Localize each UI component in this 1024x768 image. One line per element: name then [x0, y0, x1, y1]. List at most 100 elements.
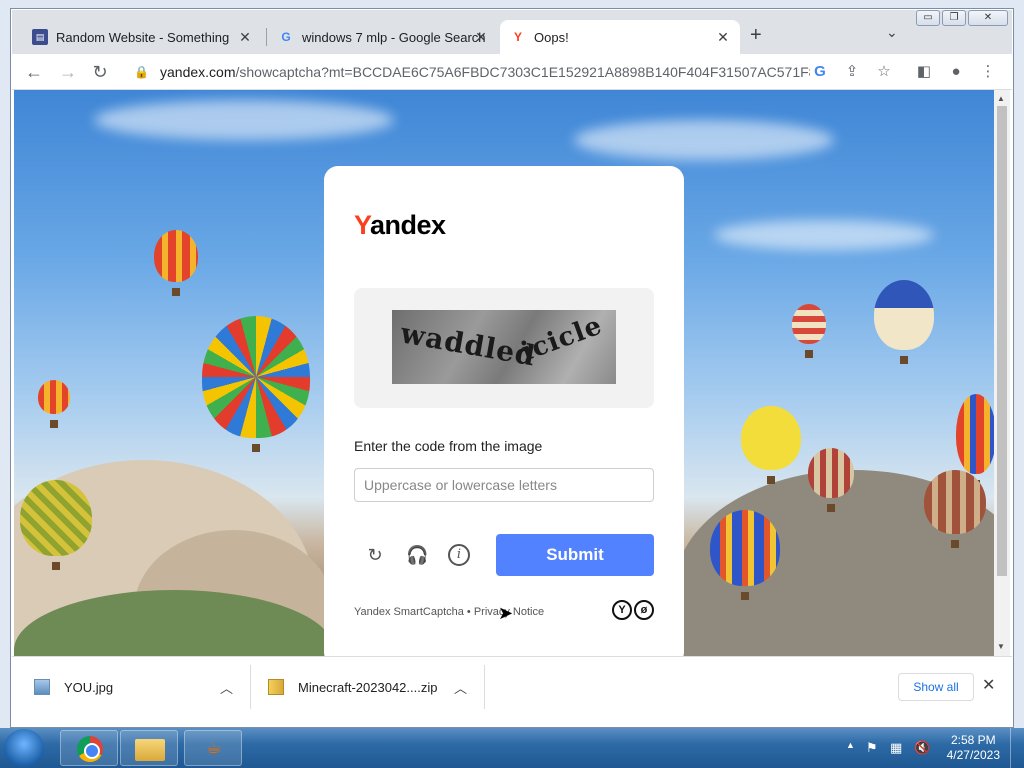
profile-avatar-icon[interactable]: ● — [944, 60, 968, 84]
show-desktop-button[interactable] — [1010, 728, 1024, 768]
forward-arrow-icon[interactable]: → — [56, 60, 80, 84]
clock-date: 4/27/2023 — [946, 748, 1000, 762]
kebab-menu-icon[interactable]: ⋮ — [976, 60, 1000, 84]
taskbar-explorer[interactable] — [120, 730, 178, 766]
reload-icon[interactable]: ↻ — [88, 60, 112, 84]
scroll-up-icon[interactable]: ▲ — [997, 94, 1005, 103]
yandex-logo: Yandex — [354, 210, 446, 241]
download-item[interactable]: Minecraft-2023042....zip ︿ — [268, 657, 478, 717]
tab-title: windows 7 mlp - Google Search — [302, 29, 486, 45]
system-clock[interactable]: 2:58 PM 4/27/2023 — [947, 733, 1000, 763]
captcha-image-container: waddled icicle — [354, 288, 654, 408]
google-lens-icon[interactable]: G — [808, 60, 832, 84]
chevron-up-icon[interactable]: ︿ — [220, 678, 233, 697]
scrollbar-thumb[interactable] — [997, 106, 1007, 576]
logo-letter-y: Y — [354, 210, 371, 240]
logo-wordmark: andex — [370, 210, 446, 240]
tab-strip: ▤ Random Website - Something ✕ G windows… — [12, 10, 1012, 54]
hot-air-balloon — [20, 480, 92, 570]
hot-air-balloon — [710, 510, 780, 600]
hot-air-balloon — [154, 230, 198, 296]
maximize-icon[interactable]: ❐ — [942, 10, 966, 26]
taskbar-java[interactable]: ☕ — [184, 730, 242, 766]
mouse-pointer-icon: ➤ — [498, 603, 514, 623]
download-filename: YOU.jpg — [64, 679, 114, 695]
captcha-word: waddled — [398, 316, 539, 373]
network-icon[interactable]: ▦ — [890, 740, 902, 756]
download-filename: Minecraft-2023042....zip — [298, 679, 438, 695]
hot-air-balloon — [956, 394, 994, 488]
close-icon[interactable]: ✕ — [236, 28, 254, 46]
captcha-code-input[interactable] — [354, 468, 654, 502]
start-button[interactable] — [4, 729, 44, 767]
tab-google-search[interactable]: G windows 7 mlp - Google Search ✕ — [268, 20, 498, 54]
taskbar-chrome[interactable] — [60, 730, 118, 766]
divider — [484, 665, 485, 709]
yandex-slash-circle-icon: ø — [634, 600, 654, 620]
folder-icon — [135, 739, 165, 761]
yandex-y-circle-icon: Y — [612, 600, 632, 620]
hot-air-balloon — [741, 406, 801, 484]
headphones-audio-icon[interactable]: 🎧 — [406, 544, 428, 566]
hot-air-balloon — [874, 280, 934, 364]
downloads-bar: YOU.jpg ︿ Minecraft-2023042....zip ︿ Sho… — [12, 656, 1012, 716]
hot-air-balloon — [792, 304, 826, 358]
chrome-icon — [77, 736, 103, 762]
close-icon[interactable]: ✕ — [472, 28, 490, 46]
page-viewport: Yandex waddled icicle Enter the code fro… — [14, 90, 994, 656]
refresh-icon[interactable]: ↻ — [364, 544, 386, 566]
image-file-icon — [34, 679, 50, 695]
scroll-down-icon[interactable]: ▼ — [997, 642, 1005, 651]
browser-toolbar: ← → ↻ 🔒 yandex.com/showcaptcha?mt=BCCDAE… — [12, 54, 1012, 90]
captcha-prompt: Enter the code from the image — [354, 438, 543, 454]
show-hidden-icons-icon[interactable]: ▲ — [846, 740, 855, 750]
info-icon[interactable]: i — [448, 544, 470, 566]
new-tab-button[interactable]: + — [750, 24, 762, 47]
tab-random-website[interactable]: ▤ Random Website - Something ✕ — [22, 20, 262, 54]
close-icon[interactable]: ✕ — [714, 28, 732, 46]
clock-time: 2:58 PM — [950, 733, 996, 747]
lock-icon: 🔒 — [134, 65, 149, 79]
hot-air-balloon — [38, 380, 70, 428]
show-all-button[interactable]: Show all — [898, 673, 974, 701]
hot-air-balloon — [202, 316, 310, 452]
yandex-brand-marks: Y ø — [612, 600, 654, 620]
address-url: yandex.com/showcaptcha?mt=BCCDAE6C75A6FB… — [160, 64, 810, 80]
captcha-word: icicle — [517, 310, 607, 368]
back-arrow-icon[interactable]: ← — [22, 60, 46, 84]
divider — [250, 665, 251, 709]
zip-file-icon — [268, 679, 284, 695]
side-panel-icon[interactable]: ◧ — [912, 60, 936, 84]
address-bar[interactable]: 🔒 yandex.com/showcaptcha?mt=BCCDAE6C75A6… — [130, 58, 836, 86]
tab-search-chevron-icon[interactable]: ⌄ — [886, 24, 898, 41]
action-center-flag-icon[interactable]: ⚑ — [866, 740, 878, 756]
close-window-icon[interactable]: ✕ — [968, 10, 1008, 26]
minimize-icon[interactable]: ▭ — [916, 10, 940, 26]
captcha-image: waddled icicle — [392, 310, 616, 384]
download-item[interactable]: YOU.jpg ︿ — [34, 657, 244, 717]
captcha-footer[interactable]: Yandex SmartCaptcha • Privacy Notice — [354, 606, 544, 618]
close-icon[interactable]: ✕ — [982, 675, 995, 695]
hot-air-balloon — [924, 470, 986, 548]
tab-divider — [266, 28, 267, 46]
url-path: /showcaptcha?mt=BCCDAE6C75A6FBDC7303C1E1… — [235, 64, 810, 80]
tab-title: Random Website - Something — [56, 29, 230, 45]
volume-muted-icon[interactable]: 🔇 — [914, 740, 930, 756]
yandex-y-icon: Y — [513, 30, 522, 44]
taskbar: ☕ ▲ ⚑ ▦ 🔇 2:58 PM 4/27/2023 — [0, 728, 1024, 768]
cloud — [714, 220, 934, 250]
submit-button[interactable]: Submit — [496, 534, 654, 576]
share-icon[interactable]: ⇪ — [840, 60, 864, 84]
java-icon: ☕ — [205, 737, 223, 757]
cloud — [574, 120, 834, 160]
tab-oops[interactable]: Y Oops! ✕ — [500, 20, 740, 54]
chevron-up-icon[interactable]: ︿ — [454, 678, 467, 697]
vertical-scrollbar[interactable]: ▲ ▼ — [994, 90, 1010, 656]
hot-air-balloon — [808, 448, 854, 512]
bookmark-star-icon[interactable]: ☆ — [872, 60, 896, 84]
tab-title: Oops! — [534, 29, 569, 45]
site-icon: ▤ — [32, 29, 48, 45]
cloud — [94, 100, 394, 140]
url-host: yandex.com — [160, 64, 236, 80]
google-g-icon: G — [281, 30, 291, 44]
